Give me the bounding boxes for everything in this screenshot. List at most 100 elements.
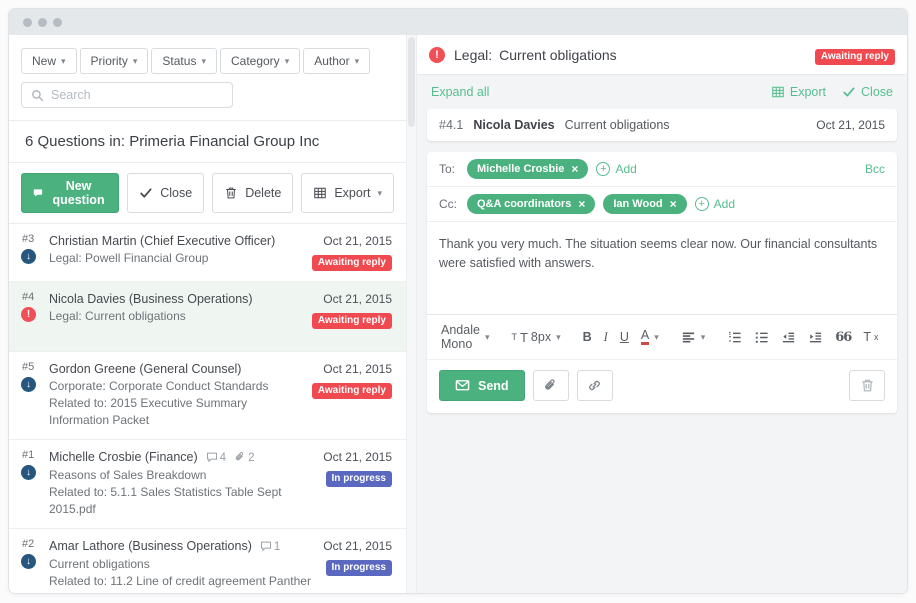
cc-row: Cc: Q&A coordinators × Ian Wood × + [427,187,897,222]
recipient-name: Michelle Crosbie [477,163,564,175]
priority-icon [21,249,36,264]
remove-recipient-icon[interactable]: × [571,163,578,175]
scrollbar[interactable] [406,35,417,593]
question-count-header: 6 Questions in: Primeria Financial Group… [9,121,406,162]
question-list-item[interactable]: #3 Christian Martin (Chief Executive Off… [9,224,406,282]
question-list-item[interactable]: #1 Michelle Crosbie (Finance)42 Reasons … [9,440,406,529]
comment-count: 4 [206,452,226,464]
recipient-name: Ian Wood [613,198,662,210]
scrollbar-thumb[interactable] [408,37,415,127]
font-family-dropdown[interactable]: Andale Mono ▾ [435,319,495,355]
recipient-pill[interactable]: Q&A coordinators × [467,194,595,214]
add-cc-recipient-button[interactable]: + Add [695,197,735,211]
attach-file-button[interactable] [533,370,569,401]
align-left-icon [681,330,696,345]
question-subject: Reasons of Sales Breakdown [49,467,313,484]
remove-recipient-icon[interactable]: × [670,198,677,210]
question-date: Oct 21, 2015 [312,233,392,250]
close-question-button[interactable]: Close [127,173,204,213]
export-questions-button[interactable]: Export ▾ [301,173,394,213]
status-badge: In progress [326,560,392,576]
send-button[interactable]: Send [439,370,525,401]
chevron-down-icon: ▾ [133,56,138,67]
expand-all-link[interactable]: Expand all [431,85,489,99]
question-list-item[interactable]: #5 Gordon Greene (General Counsel) Corpo… [9,352,406,440]
align-dropdown[interactable]: ▾ [675,326,712,349]
search-box[interactable] [21,82,233,108]
font-color-button[interactable]: A ▾ [635,325,665,350]
recipient-pill[interactable]: Michelle Crosbie × [467,159,588,179]
priority-icon [21,554,36,569]
ordered-list-button[interactable] [721,326,748,349]
font-size-dropdown[interactable]: TT 8px ▾ [505,326,566,349]
trash-icon [224,186,238,200]
question-id: #2 [21,538,34,550]
thread-author: Nicola Davies [473,118,554,132]
bold-button[interactable]: B [577,326,598,348]
italic-button[interactable]: I [598,326,614,349]
question-related: Related to: 2015 Executive Summary Infor… [49,395,302,429]
paperclip-icon [543,378,558,393]
question-date: Oct 21, 2015 [312,291,392,308]
discard-draft-button[interactable] [849,370,885,401]
outdent-icon [781,330,796,345]
question-id: #4 [21,291,34,303]
clear-formatting-button[interactable]: Tx [857,326,884,348]
chevron-down-icon: ▾ [285,56,290,67]
filter-button[interactable]: New ▾ [21,48,77,74]
window-titlebar [9,9,907,35]
window-control-dot[interactable] [23,18,32,27]
question-list-item[interactable]: #4 Nicola Davies (Business Operations) L… [9,282,406,352]
filter-button[interactable]: Author ▾ [303,48,370,74]
filter-button[interactable]: Status ▾ [151,48,217,74]
bullet-list-button[interactable] [748,326,775,349]
delete-question-button[interactable]: Delete [212,173,293,213]
window-control-dot[interactable] [53,18,62,27]
indent-button[interactable] [802,326,829,349]
check-icon [842,85,856,99]
message-body-editor[interactable]: Thank you very much. The situation seems… [427,222,897,314]
detail-title: Legal:Current obligations [454,47,617,63]
send-row: Send [427,359,897,413]
chevron-down-icon: ▾ [61,56,66,67]
remove-recipient-icon[interactable]: × [578,198,585,210]
question-subject: Current obligations [49,556,313,573]
chevron-down-icon: ▾ [485,332,490,343]
formatting-toolbar: Andale Mono ▾ TT 8px ▾ B I U A ▾ [427,314,897,359]
filter-button[interactable]: Priority ▾ [80,48,149,74]
font-size-icon: T [511,332,517,342]
to-row: To: Michelle Crosbie × + Add Bcc [427,152,897,187]
export-thread-button[interactable]: Export [771,85,826,99]
bcc-link[interactable]: Bcc [865,162,885,176]
thread-id: #4.1 [439,118,463,132]
window-control-dot[interactable] [38,18,47,27]
comment-icon [206,451,218,463]
question-date: Oct 21, 2015 [312,361,392,378]
chevron-down-icon: ▾ [701,332,706,343]
reply-composer: To: Michelle Crosbie × + Add Bcc Cc: [427,152,897,413]
status-badge: Awaiting reply [312,255,392,271]
question-id: #3 [21,233,34,245]
status-badge: In progress [326,471,392,487]
envelope-icon [455,378,470,393]
status-badge: Awaiting reply [312,383,392,399]
search-input[interactable] [51,88,223,102]
add-to-recipient-button[interactable]: + Add [596,162,636,176]
chevron-down-icon: ▾ [355,56,360,67]
outdent-button[interactable] [775,326,802,349]
table-icon [313,186,327,200]
blockquote-button[interactable]: 66 [829,326,857,349]
question-list-item[interactable]: #2 Amar Lathore (Business Operations)1 C… [9,529,406,593]
underline-button[interactable]: U [614,326,635,348]
filter-button[interactable]: Category ▾ [220,48,300,74]
recipient-pill[interactable]: Ian Wood × [603,194,686,214]
bullet-list-icon [754,330,769,345]
to-label: To: [439,162,459,176]
insert-link-button[interactable] [577,370,613,401]
app-window: New ▾ Priority ▾ Status ▾ Category [8,8,908,594]
check-icon [139,186,153,200]
thread-item[interactable]: #4.1 Nicola Davies Current obligations O… [427,109,897,141]
new-question-button[interactable]: New question [21,173,119,213]
close-thread-button[interactable]: Close [842,85,893,99]
indent-icon [808,330,823,345]
